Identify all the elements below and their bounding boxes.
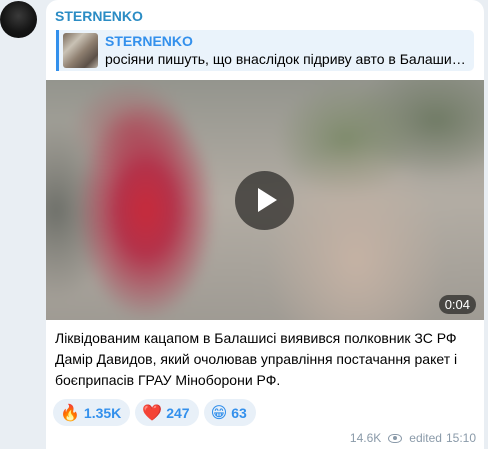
- reaction-grin[interactable]: 😁 63: [203, 399, 256, 426]
- reply-preview[interactable]: STERNENKO росіяни пишуть, що внаслідок п…: [56, 30, 474, 71]
- grin-icon: 😁: [210, 402, 228, 422]
- message-time: 15:10: [445, 431, 476, 445]
- reply-text: росіяни пишуть, що внаслідок підриву авт…: [105, 51, 466, 67]
- channel-avatar[interactable]: [0, 1, 37, 38]
- message-text: Ліквідованим кацапом в Балашисі виявився…: [55, 330, 458, 388]
- reaction-count: 63: [231, 404, 247, 421]
- reply-title: STERNENKO: [105, 33, 193, 49]
- play-icon: [258, 188, 277, 212]
- message-bubble: STERNENKO STERNENKO росіяни пишуть, що в…: [46, 0, 484, 449]
- reactions-bar: 🔥 1.35K ❤️ 247 😁 63: [53, 399, 256, 426]
- heart-icon: ❤️: [142, 402, 163, 422]
- video-duration: 0:04: [438, 295, 476, 314]
- reply-thumbnail: [63, 33, 98, 68]
- video-player[interactable]: 0:04: [46, 80, 484, 320]
- message-meta: 14.6K edited 15:10: [350, 431, 476, 445]
- view-count: 14.6K: [349, 431, 382, 445]
- reaction-heart[interactable]: ❤️ 247: [135, 399, 199, 426]
- play-button[interactable]: [235, 171, 294, 230]
- fire-icon: 🔥: [60, 402, 80, 422]
- reaction-count: 247: [166, 404, 190, 421]
- edited-label: edited: [409, 431, 442, 445]
- reaction-fire[interactable]: 🔥 1.35K: [53, 399, 131, 426]
- sender-name[interactable]: STERNENKO: [55, 8, 143, 24]
- reaction-count: 1.35K: [83, 404, 122, 421]
- eye-icon: [388, 433, 403, 443]
